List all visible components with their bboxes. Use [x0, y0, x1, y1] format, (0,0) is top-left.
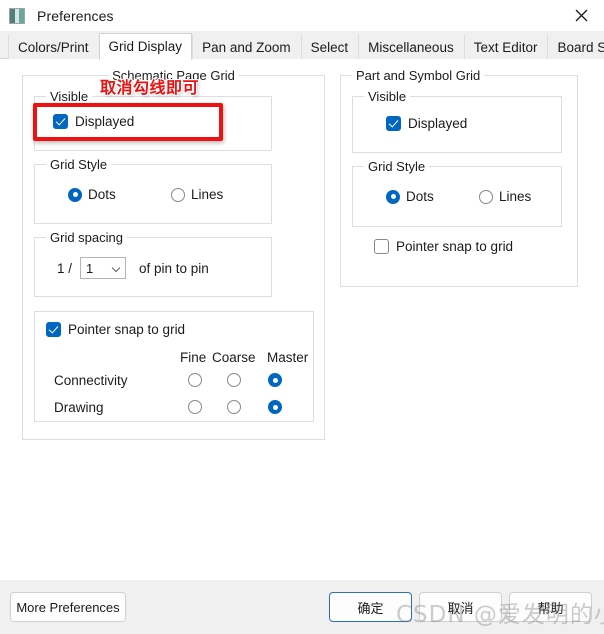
- checkbox-label: Pointer snap to grid: [68, 322, 186, 337]
- radio-drawing-master[interactable]: [268, 400, 282, 414]
- group-legend: Grid spacing: [46, 230, 127, 245]
- group-part-and-symbol-grid: Part and Symbol Grid Visible Displayed G…: [340, 68, 578, 287]
- tab-grid-display[interactable]: Grid Display: [98, 33, 193, 60]
- window-title: Preferences: [37, 7, 114, 24]
- dialog-footer: More Preferences 确定 取消 帮助 CSDN @爱发明的小兴: [0, 580, 604, 634]
- radio-label: Lines: [191, 187, 224, 202]
- tab-select[interactable]: Select: [300, 34, 359, 59]
- button-label: More Preferences: [16, 599, 120, 615]
- tab-label: Select: [310, 39, 349, 55]
- close-icon[interactable]: [558, 0, 604, 31]
- checkbox-icon: [53, 114, 68, 129]
- tab-miscellaneous[interactable]: Miscellaneous: [358, 34, 464, 59]
- group-part-visible: Visible Displayed: [352, 89, 562, 153]
- button-label: 确定: [357, 600, 384, 616]
- checkbox-part-displayed[interactable]: Displayed: [386, 116, 467, 131]
- checkbox-part-pointer-snap[interactable]: Pointer snap to grid: [374, 239, 513, 254]
- grid-spacing-select[interactable]: 1: [80, 257, 127, 279]
- group-part-grid-style: Grid Style Dots Lines: [352, 159, 562, 227]
- radio-connectivity-master[interactable]: [268, 373, 282, 387]
- cancel-button[interactable]: 取消: [419, 592, 502, 622]
- tab-label: Miscellaneous: [368, 39, 454, 55]
- snap-column-headers: Fine Coarse Master: [180, 350, 313, 368]
- radio-label: Lines: [499, 189, 532, 204]
- tab-board-simulation[interactable]: Board Simulation: [547, 34, 604, 59]
- snap-row-label-connectivity: Connectivity: [54, 373, 128, 388]
- radio-connectivity-fine[interactable]: [188, 373, 202, 387]
- checkbox-icon: [374, 239, 389, 254]
- app-icon: [9, 7, 25, 24]
- annotation-text: 取消勾线即可: [100, 78, 200, 97]
- checkbox-label: Displayed: [75, 114, 135, 129]
- tab-strip: Colors/Print Grid Display Pan and Zoom S…: [0, 31, 604, 60]
- button-label: 取消: [447, 600, 474, 616]
- tab-colors-print[interactable]: Colors/Print: [8, 34, 99, 59]
- grid-spacing-prefix: 1 /: [57, 260, 73, 276]
- tab-pan-and-zoom[interactable]: Pan and Zoom: [192, 34, 301, 59]
- chevron-down-icon: [113, 265, 120, 272]
- group-schematic-grid-style: Grid Style Dots Lines: [34, 157, 272, 224]
- group-schematic-page-grid: Schematic Page Grid Visible Displayed Gr…: [22, 68, 325, 440]
- grid-spacing-row: 1 / 1 of pin to pin: [57, 257, 209, 279]
- radio-icon: [68, 187, 82, 202]
- preferences-dialog: Preferences Colors/Print Grid Display Pa…: [0, 0, 604, 634]
- tab-label: Pan and Zoom: [202, 39, 291, 55]
- button-label: 帮助: [537, 600, 564, 616]
- group-legend: Grid Style: [364, 159, 430, 174]
- group-schematic-pointer-snap: Pointer snap to grid Fine Coarse Master …: [34, 311, 314, 422]
- radio-label: Dots: [406, 189, 434, 204]
- column-header-coarse: Coarse: [212, 350, 256, 365]
- radio-schematic-dots[interactable]: Dots: [68, 187, 116, 202]
- radio-part-lines[interactable]: Lines: [479, 189, 531, 204]
- more-preferences-button[interactable]: More Preferences: [10, 592, 126, 622]
- checkbox-schematic-displayed[interactable]: Displayed: [53, 114, 134, 129]
- grid-display-page: Schematic Page Grid Visible Displayed Gr…: [0, 59, 604, 580]
- checkbox-icon: [386, 116, 401, 131]
- help-button[interactable]: 帮助: [509, 592, 592, 622]
- radio-schematic-lines[interactable]: Lines: [171, 187, 223, 202]
- group-legend: Visible: [46, 89, 93, 104]
- column-header-fine: Fine: [180, 350, 207, 365]
- radio-icon: [386, 189, 400, 204]
- tab-label: Board Simulation: [557, 39, 604, 55]
- column-header-master: Master: [267, 350, 309, 365]
- grid-spacing-value: 1: [86, 260, 94, 276]
- group-schematic-grid-spacing: Grid spacing 1 / 1 of pin to pin: [34, 230, 272, 297]
- tab-label: Text Editor: [473, 39, 538, 55]
- group-legend: Part and Symbol Grid: [352, 68, 485, 83]
- tab-label: Grid Display: [108, 39, 183, 54]
- title-bar: Preferences: [0, 0, 604, 31]
- radio-part-dots[interactable]: Dots: [386, 189, 434, 204]
- tab-text-editor[interactable]: Text Editor: [463, 34, 548, 59]
- radio-connectivity-coarse[interactable]: [227, 373, 241, 387]
- radio-drawing-coarse[interactable]: [227, 400, 241, 414]
- group-legend: Visible: [364, 89, 411, 104]
- snap-row-label-drawing: Drawing: [54, 400, 104, 415]
- radio-icon: [479, 189, 493, 204]
- checkbox-schematic-pointer-snap[interactable]: Pointer snap to grid: [46, 322, 185, 337]
- group-legend: Grid Style: [46, 157, 112, 172]
- tab-label: Colors/Print: [18, 39, 89, 55]
- grid-spacing-suffix: of pin to pin: [139, 260, 209, 276]
- checkbox-label: Pointer snap to grid: [396, 239, 514, 254]
- checkbox-label: Displayed: [408, 116, 468, 131]
- radio-label: Dots: [88, 187, 116, 202]
- group-schematic-visible: Visible Displayed: [34, 89, 272, 151]
- checkbox-icon: [46, 322, 61, 337]
- ok-button[interactable]: 确定: [329, 592, 412, 622]
- radio-icon: [171, 187, 185, 202]
- radio-drawing-fine[interactable]: [188, 400, 202, 414]
